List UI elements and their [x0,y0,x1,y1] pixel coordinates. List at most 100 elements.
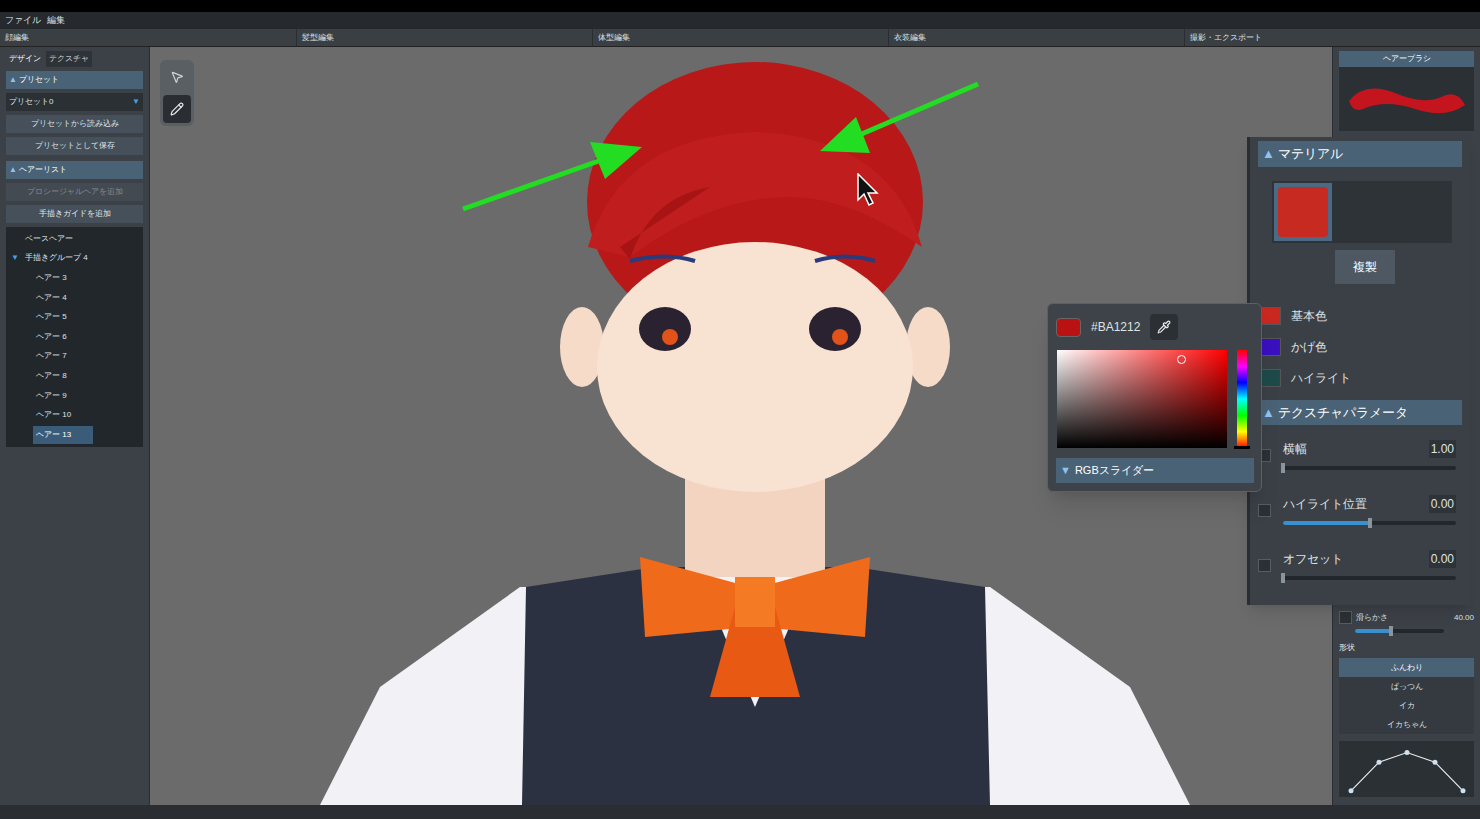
slider-thumb[interactable] [1389,626,1393,636]
param-row: オフセット0.00 [1258,550,1462,583]
material-slot[interactable] [1274,183,1332,241]
rgb-slider-toggle[interactable]: ▼RGBスライダー [1056,458,1254,483]
slider-fill [1355,629,1391,633]
smoothness-value[interactable]: 40.00 [1454,612,1474,624]
slider[interactable] [1355,626,1444,636]
tree-item[interactable]: ヘアー 8 [6,366,143,386]
mode-bar: 顔編集髪型編集体型編集衣装編集撮影・エクスポート [0,29,1480,47]
slider-thumb[interactable] [1281,463,1285,473]
menu-item[interactable]: 編集 [47,14,65,28]
mode-tab[interactable]: 顔編集 [0,29,296,46]
smoothness-label: 滑らかさ [1356,612,1450,624]
hue-bar[interactable] [1237,350,1247,448]
color-row[interactable]: 基本色 [1258,307,1462,325]
mode-tab[interactable]: 体型編集 [592,29,888,46]
slider[interactable] [1283,463,1456,473]
tree-item[interactable]: ヘアー 9 [6,386,143,406]
slider-thumb[interactable] [1281,573,1285,583]
checkbox[interactable] [1339,611,1352,624]
color-row[interactable]: かげ色 [1258,338,1462,356]
section-header[interactable]: ▲プリセット [6,71,143,89]
slider-track [1283,576,1456,580]
panel-tabs: デザインテクスチャ [6,51,143,67]
tree-item[interactable]: ヘアー 4 [6,288,143,308]
shape-option[interactable]: イカ [1339,696,1474,715]
param-label: ハイライト位置 [1283,495,1367,513]
duplicate-button[interactable]: 複製 [1335,250,1395,284]
checkbox[interactable] [1258,559,1271,572]
tree-item[interactable]: ベースヘアー [6,229,143,249]
tree-item[interactable]: ヘアー 5 [6,307,143,327]
current-color [1056,318,1081,337]
param-list: 横幅1.00ハイライト位置0.00オフセット0.00 [1258,440,1462,583]
hair-tree: ベースヘアー▼手描きグループ 4ヘアー 3ヘアー 4ヘアー 5ヘアー 6ヘアー … [6,227,143,447]
tree-item[interactable]: ヘアー 7 [6,347,143,367]
slider[interactable] [1283,518,1456,528]
material-slots [1272,181,1452,243]
material-panel: ▲マテリアル複製基本色かげ色ハイライト ▲テクスチャパラメータ横幅 1.00 ハイライ… [1247,137,1470,605]
hair-button[interactable]: 手描きガイドを追加 [6,205,143,223]
tree-item[interactable]: ヘアー 10 [6,405,143,425]
hex-value[interactable]: #BA1212 [1091,318,1140,336]
shape-list: ふんわりぱっつんイカイカちゃん [1339,658,1474,734]
brush-title: ヘアーブラシ [1339,51,1474,67]
pen-tool[interactable] [163,95,191,123]
slider[interactable] [1283,573,1456,583]
menu-item[interactable]: ファイル [5,14,41,28]
param-row: 横幅 1.00 [1258,440,1462,473]
mode-tab[interactable]: 髪型編集 [296,29,592,46]
checkbox[interactable] [1258,504,1271,517]
color-cursor[interactable] [1177,355,1186,364]
tool-palette [160,60,194,126]
param-value[interactable]: 0.00 [1429,550,1456,568]
hair-button[interactable]: プロシージャルヘアを追加 [6,183,143,201]
tree-item[interactable]: ヘアー 13 [6,425,143,445]
app: ファイル編集顔編集髪型編集体型編集衣装編集撮影・エクスポートデザインテクスチャ ▲… [0,0,1480,819]
eyedropper-icon [1157,320,1171,334]
status-bar [0,805,1480,819]
section-header[interactable]: ▲ヘアーリスト [6,161,143,179]
preset-button[interactable]: プリセットとして保存 [6,137,143,155]
menu-bar: ファイル編集 [0,12,1480,29]
shape-option[interactable]: ふんわり [1339,658,1474,677]
material-header[interactable]: ▲マテリアル [1258,141,1462,167]
panel-tab[interactable]: デザイン [6,51,44,67]
param-value[interactable]: 0.00 [1429,495,1456,513]
eyedropper-button[interactable] [1150,314,1178,340]
slider-fill [1283,521,1370,525]
left-panel: デザインテクスチャ ▲プリセットプリセット0▼ プリセットから読み込みプリセットとし… [0,47,150,805]
param-value[interactable]: 1.00 [1429,440,1456,458]
color-row[interactable]: ハイライト [1258,369,1462,387]
mode-tab[interactable]: 撮影・エクスポート [1184,29,1480,46]
hue-marker[interactable] [1234,446,1250,449]
brush-preview [1339,67,1474,131]
window-top [0,0,1480,12]
shape-label: 形状 [1339,642,1474,658]
color-list: 基本色かげ色ハイライト [1258,307,1462,387]
brush-stroke-icon [1345,75,1469,123]
slider-track [1283,466,1456,470]
preset-dropdown[interactable]: プリセット0▼ [6,93,143,111]
param-label: 横幅 [1283,440,1307,458]
saturation-value-field[interactable] [1057,350,1227,448]
mode-tab[interactable]: 衣装編集 [888,29,1184,46]
pencil-icon [170,102,184,116]
tree-item[interactable]: ▼手描きグループ 4 [6,249,143,269]
texture-header[interactable]: ▲テクスチャパラメータ [1258,400,1462,426]
color-picker: #BA1212 ▼RGBスライダー [1047,303,1262,492]
smoothness-row: 滑らかさ 40.00 [1339,611,1474,642]
pointer-icon [170,70,184,84]
tree-item[interactable]: ヘアー 6 [6,327,143,347]
curve-graph-icon [1345,741,1469,797]
shape-curve[interactable] [1339,741,1474,797]
shape-option[interactable]: ぱっつん [1339,677,1474,696]
slider-thumb[interactable] [1368,518,1372,528]
preset-button[interactable]: プリセットから読み込み [6,115,143,133]
shape-option[interactable]: イカちゃん [1339,715,1474,734]
param-row: ハイライト位置 0.00 [1258,495,1462,528]
tree-item[interactable]: ヘアー 3 [6,268,143,288]
select-tool[interactable] [163,63,191,91]
panel-tab[interactable]: テクスチャ [46,51,92,67]
mouse-cursor-icon [857,173,881,207]
slider-track [1355,629,1444,633]
